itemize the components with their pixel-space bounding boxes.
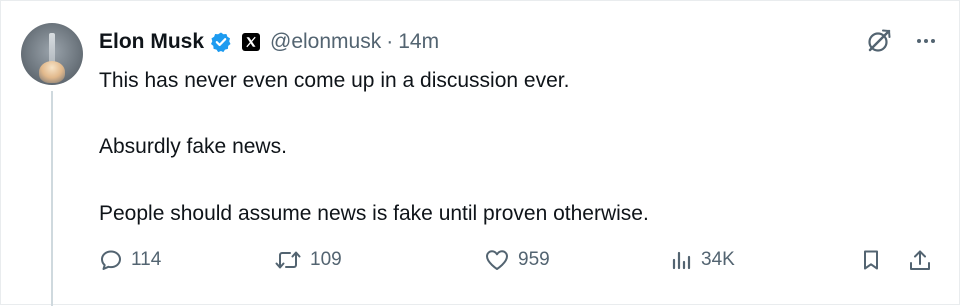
tweet-paragraph: Absurdly fake news. xyxy=(99,135,287,158)
views-icon xyxy=(669,248,693,272)
tweet-card[interactable]: Elon Musk @elonmusk · 14m This has never… xyxy=(0,0,960,306)
avatar-column xyxy=(21,23,85,85)
bookmark-icon xyxy=(859,248,883,272)
reply-button[interactable]: 114 xyxy=(99,248,161,272)
separator-dot: · xyxy=(386,30,394,53)
bookmark-button[interactable] xyxy=(859,248,883,272)
tweet-paragraph: This has never even come up in a discuss… xyxy=(99,69,570,92)
avatar-plume xyxy=(39,61,65,83)
tweet-time[interactable]: 14m xyxy=(398,30,439,54)
like-count: 959 xyxy=(518,249,550,270)
action-bar: 114 109 959 34K xyxy=(99,248,941,278)
author-name[interactable]: Elon Musk xyxy=(99,30,204,54)
like-button[interactable]: 959 xyxy=(484,248,550,272)
reply-icon xyxy=(99,248,123,272)
tweet-paragraph: People should assume news is fake until … xyxy=(99,202,649,225)
retweet-icon xyxy=(274,248,302,272)
share-icon xyxy=(907,248,933,274)
reply-count: 114 xyxy=(131,249,162,270)
top-actions xyxy=(865,27,937,55)
views-button[interactable]: 34K xyxy=(669,248,735,272)
heart-icon xyxy=(484,248,510,272)
grok-icon[interactable] xyxy=(865,27,893,55)
author-handle[interactable]: @elonmusk xyxy=(270,30,381,54)
retweet-button[interactable]: 109 xyxy=(274,248,342,272)
retweet-count: 109 xyxy=(310,249,342,270)
tweet-header: Elon Musk @elonmusk · 14m xyxy=(99,27,439,57)
avatar[interactable] xyxy=(21,23,83,85)
share-button[interactable] xyxy=(907,248,933,274)
thread-line xyxy=(51,91,53,306)
more-icon[interactable] xyxy=(915,30,937,52)
x-logo-icon[interactable] xyxy=(242,33,261,51)
verified-badge-icon[interactable] xyxy=(210,31,232,53)
views-count: 34K xyxy=(701,249,735,270)
